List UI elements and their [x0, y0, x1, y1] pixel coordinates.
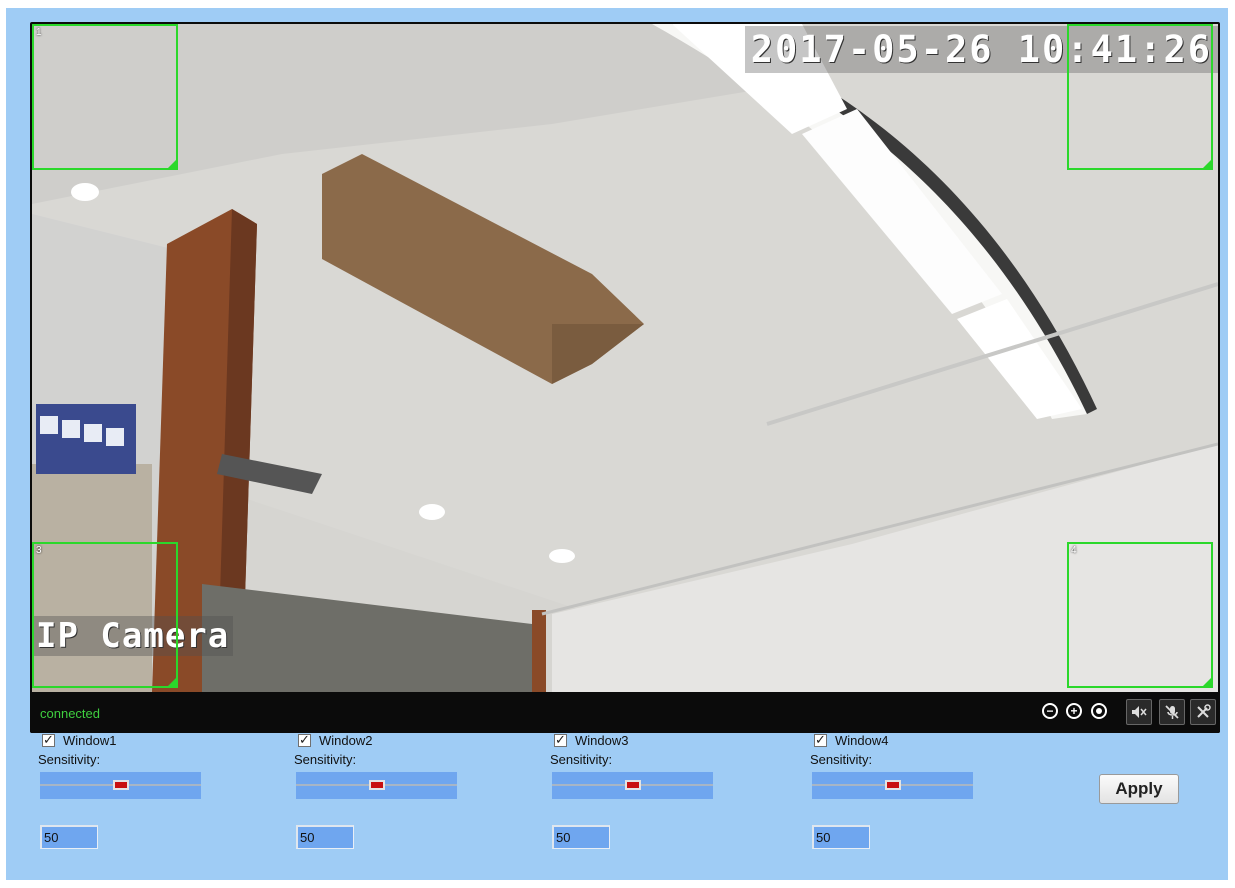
window2-label: Window2: [319, 733, 373, 748]
record-icon[interactable]: [1091, 703, 1107, 719]
mic-off-icon[interactable]: [1159, 699, 1185, 725]
window3-toggle[interactable]: Window3: [554, 732, 629, 748]
slider-thumb[interactable]: [625, 780, 641, 790]
mute-icon[interactable]: [1126, 699, 1152, 725]
detection-zone-1[interactable]: 1: [32, 24, 178, 170]
window3-sensitivity-slider[interactable]: [552, 772, 713, 799]
resize-handle[interactable]: [1203, 678, 1211, 686]
window3-checkbox[interactable]: [554, 732, 567, 748]
slider-thumb[interactable]: [369, 780, 385, 790]
window1-label: Window1: [63, 733, 117, 748]
slider-thumb[interactable]: [113, 780, 129, 790]
window4-checkbox[interactable]: [814, 732, 827, 748]
camera-video-feed[interactable]: 2017-05-26 10:41:26 IP Camera 1 3 4: [32, 24, 1218, 692]
window4-sensitivity-value[interactable]: 50: [812, 825, 870, 849]
window2-sensitivity-slider[interactable]: [296, 772, 457, 799]
window1-sensitivity-value[interactable]: 50: [40, 825, 98, 849]
slider-thumb[interactable]: [885, 780, 901, 790]
window4-label: Window4: [835, 733, 889, 748]
detection-zone-4[interactable]: 4: [1067, 542, 1213, 688]
window4-toggle[interactable]: Window4: [814, 732, 889, 748]
resize-handle[interactable]: [168, 160, 176, 168]
window1-checkbox[interactable]: [42, 732, 55, 748]
detection-zone-3[interactable]: 3: [32, 542, 178, 688]
connection-status: connected: [40, 706, 100, 721]
sensitivity-label: Sensitivity:: [38, 752, 101, 767]
window2-sensitivity-value[interactable]: 50: [296, 825, 354, 849]
window2-checkbox[interactable]: [298, 732, 311, 748]
zone-number: 1: [36, 27, 42, 38]
apply-button[interactable]: Apply: [1099, 774, 1179, 804]
zoom-out-icon[interactable]: −: [1042, 703, 1058, 719]
player-status-bar: connected − +: [30, 692, 1220, 733]
sensitivity-label: Sensitivity:: [294, 752, 357, 767]
resize-handle[interactable]: [168, 678, 176, 686]
camera-scene-image: [32, 24, 1218, 692]
motion-detection-panel: 2017-05-26 10:41:26 IP Camera 1 3 4 conn…: [6, 8, 1228, 880]
sensitivity-label: Sensitivity:: [810, 752, 873, 767]
detection-zone-2[interactable]: [1067, 24, 1213, 170]
window1-toggle[interactable]: Window1: [42, 732, 117, 748]
window3-sensitivity-value[interactable]: 50: [552, 825, 610, 849]
window2-toggle[interactable]: Window2: [298, 732, 373, 748]
window4-sensitivity-slider[interactable]: [812, 772, 973, 799]
resize-handle[interactable]: [1203, 160, 1211, 168]
video-player: 2017-05-26 10:41:26 IP Camera 1 3 4 conn…: [30, 22, 1220, 733]
settings-tools-icon[interactable]: [1190, 699, 1216, 725]
window1-sensitivity-slider[interactable]: [40, 772, 201, 799]
zoom-in-icon[interactable]: +: [1066, 703, 1082, 719]
window3-label: Window3: [575, 733, 629, 748]
zone-number: 3: [36, 545, 42, 556]
zone-number: 4: [1071, 545, 1077, 556]
sensitivity-label: Sensitivity:: [550, 752, 613, 767]
